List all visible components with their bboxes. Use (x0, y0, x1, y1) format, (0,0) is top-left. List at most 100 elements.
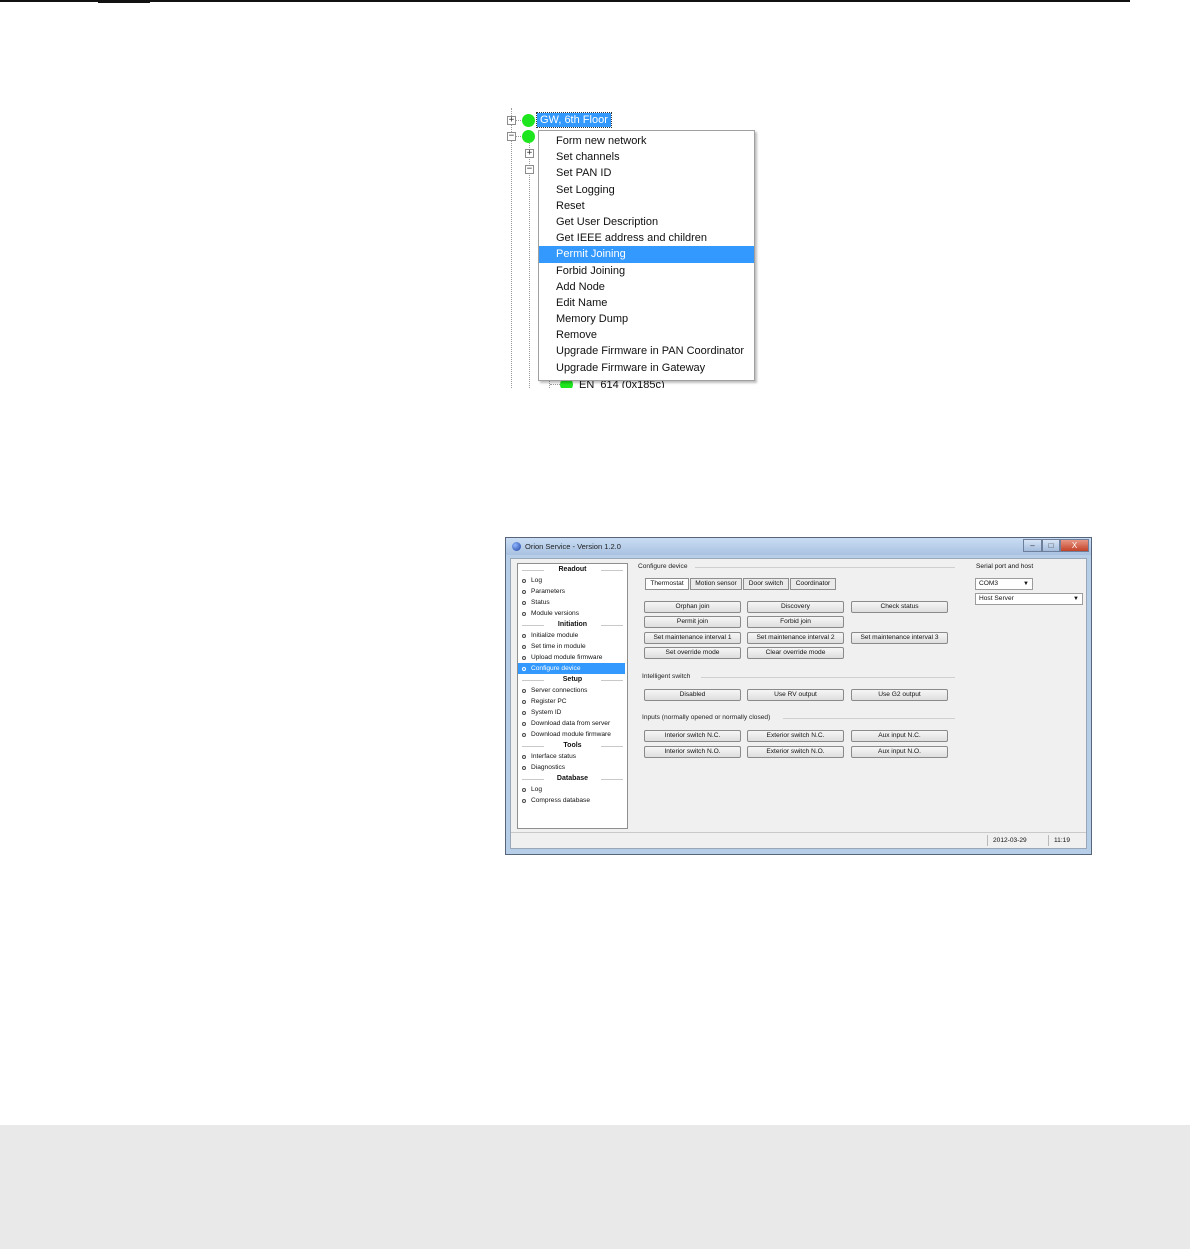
title-bar[interactable]: Orion Service - Version 1.2.0 – □ X (506, 538, 1091, 555)
menu-item-get-user-description[interactable]: Get User Description (539, 214, 754, 230)
window-client-area: Readout Log Parameters Status Module ver… (510, 558, 1087, 849)
status-online-icon (522, 114, 535, 127)
group-divider (695, 567, 955, 568)
nav-section-setup: Setup (518, 674, 627, 685)
menu-item-upgrade-gateway[interactable]: Upgrade Firmware in Gateway (539, 360, 754, 376)
status-date: 2012-03-29 (987, 835, 1047, 846)
network-tree-view: + GW, 6th Floor − + − EN_614 (0x185c) Fo… (500, 108, 760, 388)
nav-item-upload-firmware[interactable]: Upload module firmware (518, 652, 627, 663)
use-rv-output-button[interactable]: Use RV output (747, 689, 844, 701)
page-footer-band (0, 1125, 1190, 1249)
menu-item-set-logging[interactable]: Set Logging (539, 182, 754, 198)
tree-node-gateway[interactable]: GW, 6th Floor (536, 112, 612, 128)
nav-item-download-data[interactable]: Download data from server (518, 718, 627, 729)
expand-icon[interactable]: + (507, 116, 516, 125)
tree-guide-line (529, 140, 530, 388)
tree-branch-line (550, 384, 560, 385)
nav-section-readout: Readout (518, 564, 627, 575)
app-globe-icon (512, 542, 521, 551)
page-top-tab-mark (98, 0, 150, 3)
configure-device-group-label: Configure device (638, 563, 688, 570)
switch-disabled-button[interactable]: Disabled (644, 689, 741, 701)
maintenance-interval-1-button[interactable]: Set maintenance interval 1 (644, 632, 741, 644)
permit-join-button[interactable]: Permit join (644, 616, 741, 628)
status-time: 11:19 (1048, 835, 1084, 846)
com-port-value: COM3 (979, 580, 999, 587)
interior-switch-no-button[interactable]: Interior switch N.O. (644, 746, 741, 758)
group-divider (783, 718, 955, 719)
clear-override-mode-button[interactable]: Clear override mode (747, 647, 844, 659)
menu-item-set-pan-id[interactable]: Set PAN ID (539, 165, 754, 181)
menu-item-form-new-network[interactable]: Form new network (539, 133, 754, 149)
serial-port-group-label: Serial port and host (976, 563, 1034, 570)
menu-item-get-ieee-address[interactable]: Get IEEE address and children (539, 230, 754, 246)
dropdown-arrow-icon: ▼ (1073, 596, 1079, 602)
close-button[interactable]: X (1060, 539, 1089, 552)
tree-guide-line (511, 108, 512, 388)
nav-item-initialize-module[interactable]: Initialize module (518, 630, 627, 641)
interior-switch-nc-button[interactable]: Interior switch N.C. (644, 730, 741, 742)
com-port-select[interactable]: COM3 ▼ (975, 578, 1033, 590)
menu-item-reset[interactable]: Reset (539, 198, 754, 214)
nav-item-diagnostics[interactable]: Diagnostics (518, 762, 627, 773)
inputs-group-label: Inputs (normally opened or normally clos… (642, 714, 771, 721)
nav-item-download-firmware[interactable]: Download module firmware (518, 729, 627, 740)
nav-item-status[interactable]: Status (518, 597, 627, 608)
host-select[interactable]: Host Server ▼ (975, 593, 1083, 605)
exterior-switch-no-button[interactable]: Exterior switch N.O. (747, 746, 844, 758)
exterior-switch-nc-button[interactable]: Exterior switch N.C. (747, 730, 844, 742)
collapse-icon[interactable]: − (507, 132, 516, 141)
aux-input-no-button[interactable]: Aux input N.O. (851, 746, 948, 758)
menu-item-upgrade-pan-coordinator[interactable]: Upgrade Firmware in PAN Coordinator (539, 343, 754, 359)
use-g2-output-button[interactable]: Use G2 output (851, 689, 948, 701)
menu-item-memory-dump[interactable]: Memory Dump (539, 311, 754, 327)
tab-motion-sensor[interactable]: Motion sensor (690, 578, 742, 590)
maintenance-interval-3-button[interactable]: Set maintenance interval 3 (851, 632, 948, 644)
forbid-join-button[interactable]: Forbid join (747, 616, 844, 628)
minimize-button[interactable]: – (1023, 539, 1042, 552)
group-divider (701, 677, 955, 678)
tab-coordinator[interactable]: Coordinator (790, 578, 836, 590)
nav-section-tools: Tools (518, 740, 627, 751)
context-menu: Form new network Set channels Set PAN ID… (538, 130, 755, 381)
host-value: Host Server (979, 595, 1014, 602)
nav-item-register-pc[interactable]: Register PC (518, 696, 627, 707)
menu-item-set-channels[interactable]: Set channels (539, 149, 754, 165)
menu-item-add-node[interactable]: Add Node (539, 279, 754, 295)
menu-item-permit-joining[interactable]: Permit Joining (539, 246, 754, 263)
collapse-icon[interactable]: − (525, 165, 534, 174)
maintenance-interval-2-button[interactable]: Set maintenance interval 2 (747, 632, 844, 644)
menu-item-remove[interactable]: Remove (539, 327, 754, 343)
set-override-mode-button[interactable]: Set override mode (644, 647, 741, 659)
status-online-icon (522, 130, 535, 143)
nav-item-system-id[interactable]: System ID (518, 707, 627, 718)
page-top-rule (0, 0, 1130, 2)
nav-section-database: Database (518, 773, 627, 784)
navigation-sidebar: Readout Log Parameters Status Module ver… (517, 563, 628, 829)
nav-item-module-versions[interactable]: Module versions (518, 608, 627, 619)
status-bar: 2012-03-29 11:19 (511, 832, 1086, 848)
nav-item-server-connections[interactable]: Server connections (518, 685, 627, 696)
tab-thermostat[interactable]: Thermostat (645, 578, 689, 590)
nav-item-compress-database[interactable]: Compress database (518, 795, 627, 806)
window-title: Orion Service - Version 1.2.0 (525, 542, 621, 551)
dropdown-arrow-icon: ▼ (1023, 581, 1029, 587)
menu-item-forbid-joining[interactable]: Forbid Joining (539, 263, 754, 279)
tab-door-switch[interactable]: Door switch (743, 578, 789, 590)
nav-section-initiation: Initiation (518, 619, 627, 630)
intelligent-switch-group-label: Intelligent switch (642, 673, 691, 680)
orphan-join-button[interactable]: Orphan join (644, 601, 741, 613)
check-status-button[interactable]: Check status (851, 601, 948, 613)
nav-item-parameters[interactable]: Parameters (518, 586, 627, 597)
menu-item-edit-name[interactable]: Edit Name (539, 295, 754, 311)
nav-item-set-time[interactable]: Set time in module (518, 641, 627, 652)
maximize-button[interactable]: □ (1042, 539, 1060, 552)
orion-service-window: Orion Service - Version 1.2.0 – □ X Read… (505, 537, 1092, 855)
aux-input-nc-button[interactable]: Aux input N.C. (851, 730, 948, 742)
nav-item-configure-device[interactable]: Configure device (518, 663, 625, 674)
expand-icon[interactable]: + (525, 149, 534, 158)
discovery-button[interactable]: Discovery (747, 601, 844, 613)
nav-item-interface-status[interactable]: Interface status (518, 751, 627, 762)
nav-item-db-log[interactable]: Log (518, 784, 627, 795)
nav-item-log[interactable]: Log (518, 575, 627, 586)
